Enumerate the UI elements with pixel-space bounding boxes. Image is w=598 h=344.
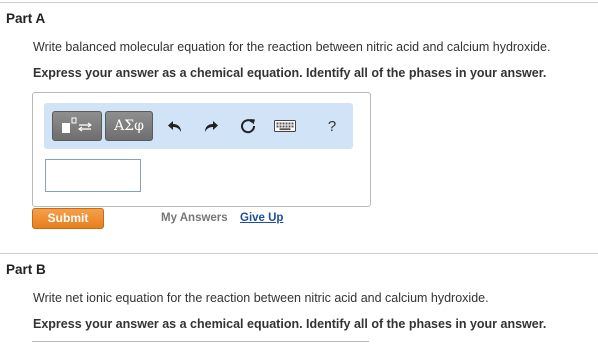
part-b-title: Part B <box>6 262 46 277</box>
help-icon: ? <box>327 117 337 135</box>
templates-button[interactable] <box>52 111 102 141</box>
editor-toolbar: ΑΣφ ? <box>44 103 353 149</box>
greek-symbols-button[interactable]: ΑΣφ <box>105 111 153 141</box>
section-divider <box>0 253 598 254</box>
part-b-instruction: Express your answer as a chemical equati… <box>33 317 547 331</box>
part-a-prompt: Write balanced molecular equation for th… <box>33 40 551 54</box>
templates-icon <box>62 117 92 133</box>
greek-symbols-icon: ΑΣφ <box>114 118 144 134</box>
redo-icon <box>205 121 218 132</box>
reset-button[interactable] <box>239 117 257 135</box>
give-up-link[interactable]: Give Up <box>240 212 283 224</box>
part-b-prompt: Write net ionic equation for the reactio… <box>33 291 489 305</box>
keyboard-icon <box>274 120 296 132</box>
top-divider <box>0 2 598 3</box>
reset-icon <box>241 119 256 134</box>
undo-icon <box>168 121 181 132</box>
redo-button[interactable] <box>202 117 220 135</box>
undo-button[interactable] <box>166 117 184 135</box>
keyboard-button[interactable] <box>274 117 296 135</box>
my-answers-link[interactable]: My Answers <box>161 212 228 224</box>
part-a-instruction: Express your answer as a chemical equati… <box>33 66 547 80</box>
answer-input[interactable] <box>45 159 141 192</box>
submit-button[interactable]: Submit <box>32 208 104 229</box>
part-a-title: Part A <box>6 11 46 26</box>
answer-editor: ΑΣφ ? <box>32 92 371 207</box>
help-button[interactable]: ? <box>323 117 341 135</box>
